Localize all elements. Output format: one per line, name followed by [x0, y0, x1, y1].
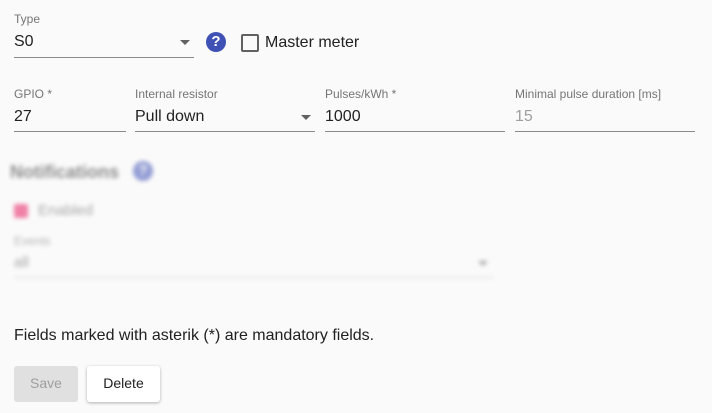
gpio-underline	[14, 131, 126, 132]
type-label: Type	[14, 12, 41, 26]
notifications-heading: Notifications	[10, 162, 120, 182]
internal-resistor-select[interactable]: Pull down	[135, 104, 315, 132]
internal-resistor-value: Pull down	[135, 108, 205, 125]
mandatory-fields-note: Fields marked with asterik (*) are manda…	[14, 327, 375, 344]
type-select[interactable]: S0	[14, 30, 194, 58]
chevron-down-icon	[301, 115, 311, 120]
pulses-label: Pulses/kWh *	[325, 87, 397, 101]
master-meter-checkbox[interactable]: Master meter	[240, 33, 370, 53]
checkbox-box	[241, 34, 259, 52]
min-pulse-underline	[515, 131, 695, 132]
gpio-value: 27	[14, 108, 32, 125]
gpio-input[interactable]: 27	[14, 104, 126, 132]
internal-resistor-label: Internal resistor	[135, 87, 218, 101]
notifications-help-icon[interactable]: ?	[133, 161, 153, 181]
type-value: S0	[14, 33, 34, 50]
internal-resistor-underline	[135, 131, 315, 132]
pulses-value: 1000	[325, 108, 361, 125]
enabled-label: Enabled	[38, 202, 94, 219]
type-underline	[14, 57, 194, 58]
events-value: all	[14, 254, 30, 271]
min-pulse-input[interactable]: 15	[515, 104, 695, 132]
chevron-down-icon	[180, 40, 190, 45]
min-pulse-label: Minimal pulse duration [ms]	[515, 87, 662, 101]
delete-button[interactable]: Delete	[87, 366, 160, 402]
events-underline	[14, 277, 494, 278]
master-meter-label: Master meter	[265, 34, 360, 51]
min-pulse-value: 15	[515, 108, 533, 125]
gpio-label: GPIO *	[14, 87, 53, 101]
help-icon[interactable]: ?	[206, 32, 226, 52]
pulses-underline	[325, 131, 505, 132]
enabled-checkbox[interactable]	[14, 204, 28, 218]
events-label: Events	[14, 234, 51, 248]
chevron-down-icon	[478, 261, 488, 266]
notifications-section: Notifications ? Enabled Events all	[0, 150, 520, 290]
save-button[interactable]: Save	[14, 366, 78, 402]
pulses-input[interactable]: 1000	[325, 104, 505, 132]
